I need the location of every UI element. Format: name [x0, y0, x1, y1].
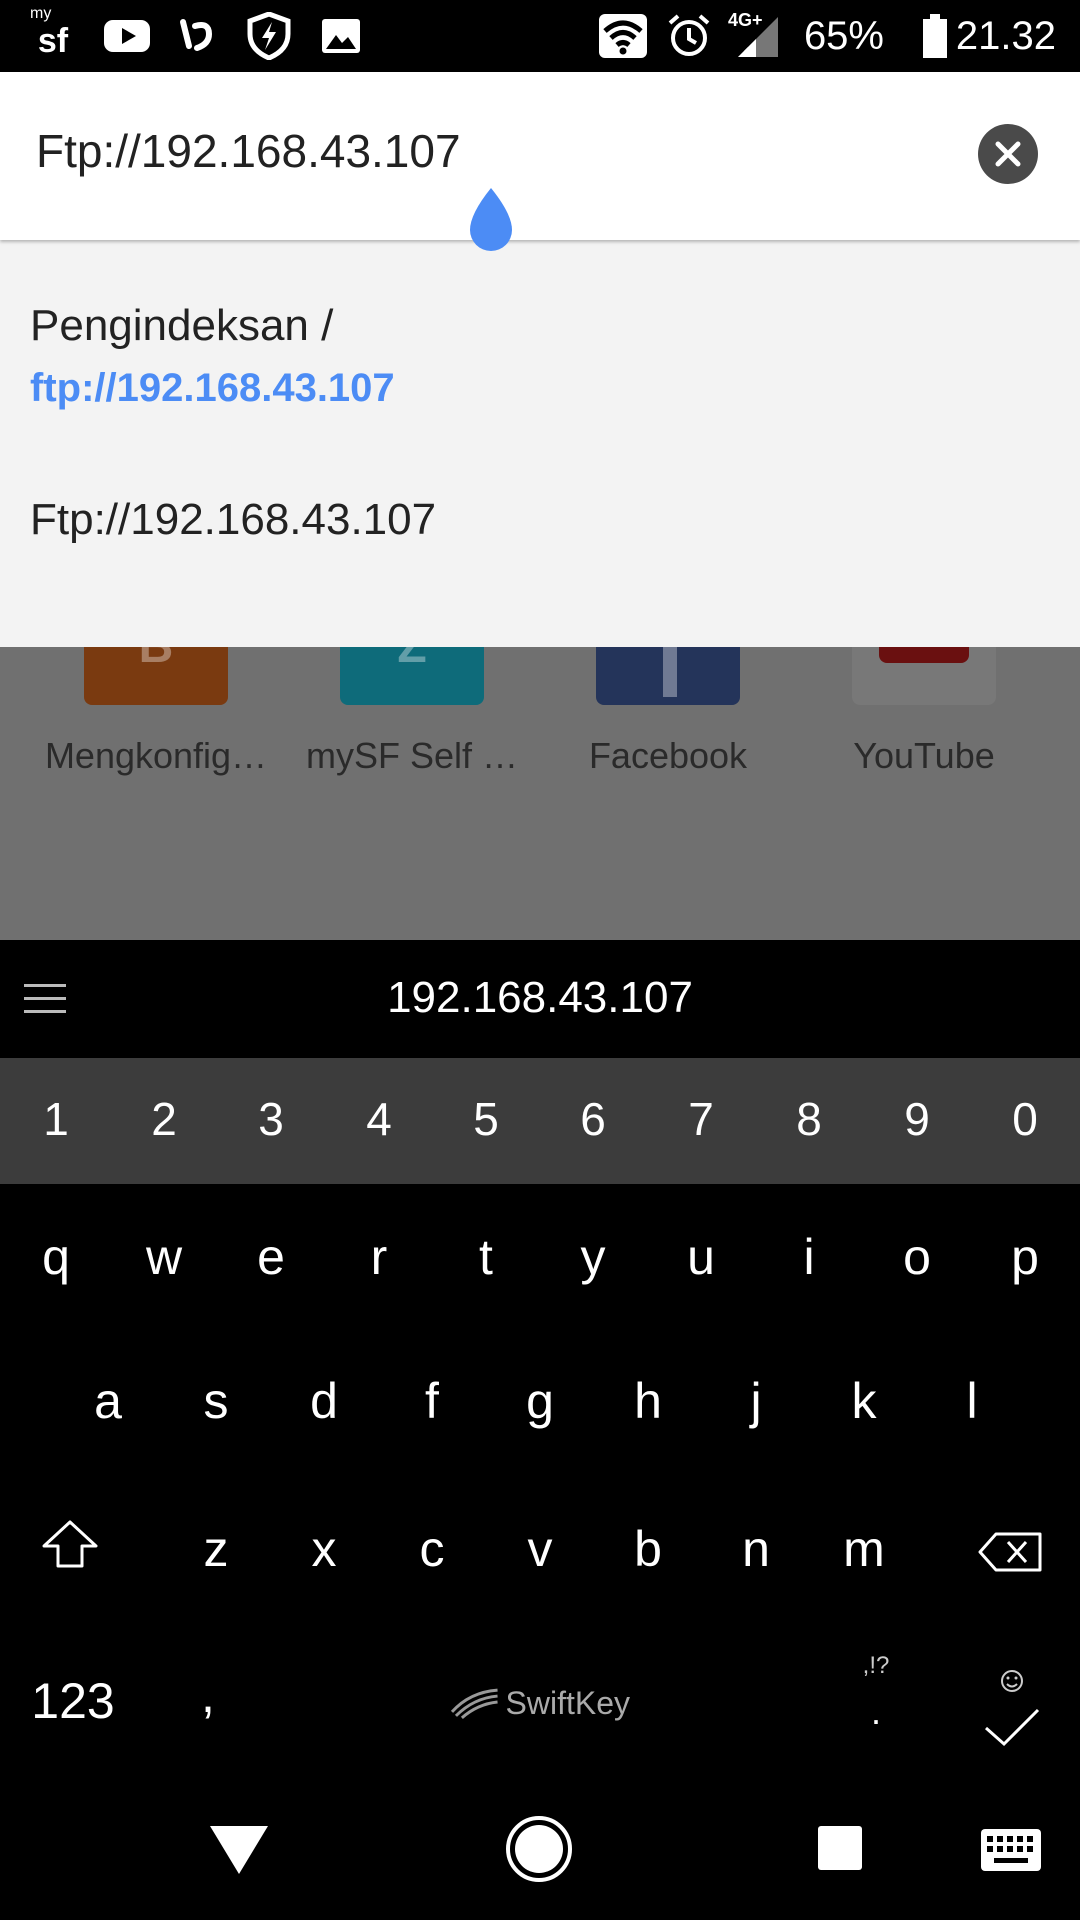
facebook-icon [596, 637, 740, 705]
tile-label: Mengkonfig… [44, 735, 268, 776]
key-123[interactable]: 123 [18, 1676, 128, 1726]
speed-dial-tile[interactable]: Z mySF Self … [292, 637, 532, 787]
spacebar[interactable]: SwiftKey [450, 1680, 630, 1726]
period-label: . [870, 1691, 881, 1732]
key-2[interactable]: 2 [124, 1096, 204, 1142]
enter-button[interactable] [976, 1656, 1048, 1757]
key-j[interactable]: j [716, 1376, 796, 1426]
signal-icon: 4G+ [728, 10, 784, 60]
home-icon[interactable] [504, 1814, 574, 1884]
suggestion-item[interactable]: Pengindeksan / ftp://192.168.43.107 [0, 240, 1080, 440]
key-m[interactable]: m [824, 1524, 904, 1574]
keyboard-switch-icon[interactable] [980, 1828, 1042, 1872]
wifi-icon [598, 12, 648, 60]
key-e[interactable]: e [231, 1232, 311, 1282]
key-1[interactable]: 1 [16, 1096, 96, 1142]
suggestion-title: Pengindeksan / [30, 301, 334, 350]
youtube-icon [102, 12, 152, 60]
clear-button[interactable] [978, 124, 1038, 184]
key-0[interactable]: 0 [985, 1096, 1065, 1142]
key-comma[interactable]: , [178, 1670, 238, 1720]
suggestion-item[interactable]: Ftp://192.168.43.107 [0, 440, 1080, 600]
emoji-icon [1001, 1670, 1023, 1692]
key-l[interactable]: l [932, 1376, 1012, 1426]
speed-dial-tile[interactable]: YouTube [804, 637, 1044, 787]
recents-icon[interactable] [816, 1824, 864, 1872]
suggestion-url: ftp://192.168.43.107 [30, 366, 395, 410]
key-9[interactable]: 9 [877, 1096, 957, 1142]
key-z[interactable]: z [176, 1524, 256, 1574]
text-cursor-handle[interactable] [460, 184, 522, 264]
key-w[interactable]: w [124, 1232, 204, 1282]
key-p[interactable]: p [985, 1232, 1065, 1282]
alarm-icon [666, 12, 712, 60]
key-g[interactable]: g [500, 1376, 580, 1426]
key-3[interactable]: 3 [231, 1096, 311, 1142]
key-s[interactable]: s [176, 1376, 256, 1426]
key-h[interactable]: h [608, 1376, 688, 1426]
close-icon [995, 141, 1021, 167]
key-7[interactable]: 7 [661, 1096, 741, 1142]
url-bar[interactable]: Ftp://192.168.43.107 [0, 72, 1080, 251]
tile-label: mySF Self … [305, 735, 519, 776]
key-r[interactable]: r [339, 1232, 419, 1282]
key-o[interactable]: o [877, 1232, 957, 1282]
backspace-key[interactable] [976, 1530, 1046, 1583]
speed-dial-overlay: B Mengkonfig… Z mySF Self … Facebook You… [0, 637, 1080, 940]
shift-key[interactable] [38, 1518, 102, 1579]
prediction-bar: 192.168.43.107 [0, 940, 1080, 1058]
key-i[interactable]: i [769, 1232, 849, 1282]
suggestion-title: Ftp://192.168.43.107 [30, 495, 437, 544]
key-t[interactable]: t [446, 1232, 526, 1282]
key-v[interactable]: v [500, 1524, 580, 1574]
youtube-tile-icon [852, 637, 996, 705]
key-punctuation[interactable]: ,!? . [846, 1654, 906, 1730]
mysf-logo-icon: my sf [30, 5, 69, 60]
key-q[interactable]: q [16, 1232, 96, 1282]
checkmark-icon [985, 1708, 1040, 1747]
key-8[interactable]: 8 [769, 1096, 849, 1142]
key-f[interactable]: f [392, 1376, 472, 1426]
status-bar: my sf 4G+ 65% 21.32 [0, 0, 1080, 72]
shield-bolt-icon [244, 12, 294, 60]
key-d[interactable]: d [284, 1376, 364, 1426]
key-y[interactable]: y [553, 1232, 633, 1282]
app-icon [176, 12, 222, 60]
key-4[interactable]: 4 [339, 1096, 419, 1142]
key-a[interactable]: a [68, 1376, 148, 1426]
shift-icon [42, 1520, 98, 1568]
punctuation-hint: ,!? [862, 1652, 890, 1679]
tile-icon: B [84, 637, 228, 705]
key-6[interactable]: 6 [553, 1096, 633, 1142]
key-c[interactable]: c [392, 1524, 472, 1574]
battery-percent: 65% [803, 14, 884, 58]
keyboard: 192.168.43.107 123 , SwiftKey ,!? . 1234… [0, 940, 1080, 1780]
tile-label: Facebook [588, 735, 748, 776]
clock: 21.32 [955, 14, 1056, 58]
backspace-icon [978, 1532, 1042, 1572]
key-x[interactable]: x [284, 1524, 364, 1574]
key-b[interactable]: b [608, 1524, 688, 1574]
navigation-bar [0, 1780, 1080, 1920]
speed-dial-tile[interactable]: Facebook [548, 637, 788, 787]
gallery-icon [318, 12, 364, 60]
key-n[interactable]: n [716, 1524, 796, 1574]
key-k[interactable]: k [824, 1376, 904, 1426]
tile-label: YouTube [853, 735, 995, 776]
key-5[interactable]: 5 [446, 1096, 526, 1142]
tile-icon: Z [340, 637, 484, 705]
key-u[interactable]: u [661, 1232, 741, 1282]
swiftkey-label: SwiftKey [505, 1684, 630, 1721]
back-icon[interactable] [208, 1822, 270, 1876]
swiftkey-logo-icon [450, 1688, 498, 1719]
battery-icon [920, 12, 950, 60]
speed-dial-tile[interactable]: B Mengkonfig… [36, 637, 276, 787]
suggestion-list: Pengindeksan / ftp://192.168.43.107 Ftp:… [0, 240, 1080, 647]
prediction-suggestion[interactable]: 192.168.43.107 [0, 976, 1080, 1020]
url-input[interactable]: Ftp://192.168.43.107 [36, 128, 461, 174]
